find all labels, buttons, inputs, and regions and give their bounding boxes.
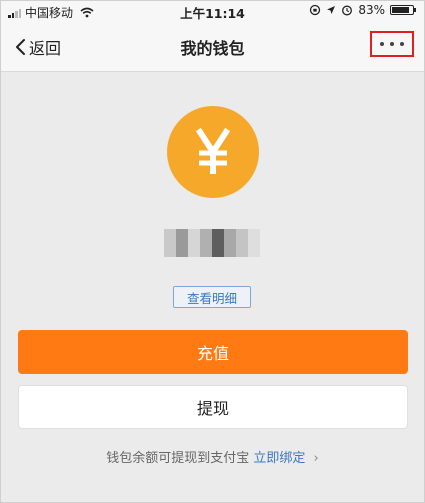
rotation-lock-icon bbox=[310, 4, 321, 16]
chevron-right-icon: › bbox=[313, 451, 319, 466]
more-dot bbox=[400, 42, 404, 46]
more-dot bbox=[380, 42, 384, 46]
nav-bar: 返回 我的钱包 bbox=[1, 21, 424, 72]
withdraw-hint-text: 钱包余额可提现到支付宝 bbox=[106, 451, 250, 466]
status-bar: 中国移动 上午11:14 83% bbox=[1, 1, 424, 21]
alarm-icon bbox=[342, 5, 353, 16]
battery-icon bbox=[390, 5, 416, 15]
more-options-button[interactable] bbox=[370, 31, 414, 57]
wallet-yuan-icon bbox=[167, 106, 259, 198]
withdraw-button[interactable]: 提现 bbox=[18, 385, 408, 429]
yuan-symbol-icon bbox=[195, 127, 231, 174]
location-icon bbox=[327, 6, 336, 14]
page-title: 我的钱包 bbox=[180, 39, 245, 58]
bind-now-link[interactable]: 立即绑定 bbox=[253, 451, 305, 466]
view-details-link[interactable]: 查看明细 bbox=[173, 286, 251, 308]
balance-amount-blurred bbox=[164, 229, 264, 257]
phone-screen: 中国移动 上午11:14 83% 返回 我的钱包 查看明细 充值 提现 钱包余额… bbox=[0, 0, 425, 503]
more-dot bbox=[390, 42, 394, 46]
status-right: 83% bbox=[309, 3, 416, 17]
battery-percent: 83% bbox=[358, 3, 385, 17]
withdraw-hint: 钱包余额可提现到支付宝 立即绑定 › bbox=[1, 447, 424, 466]
recharge-button[interactable]: 充值 bbox=[18, 330, 408, 374]
